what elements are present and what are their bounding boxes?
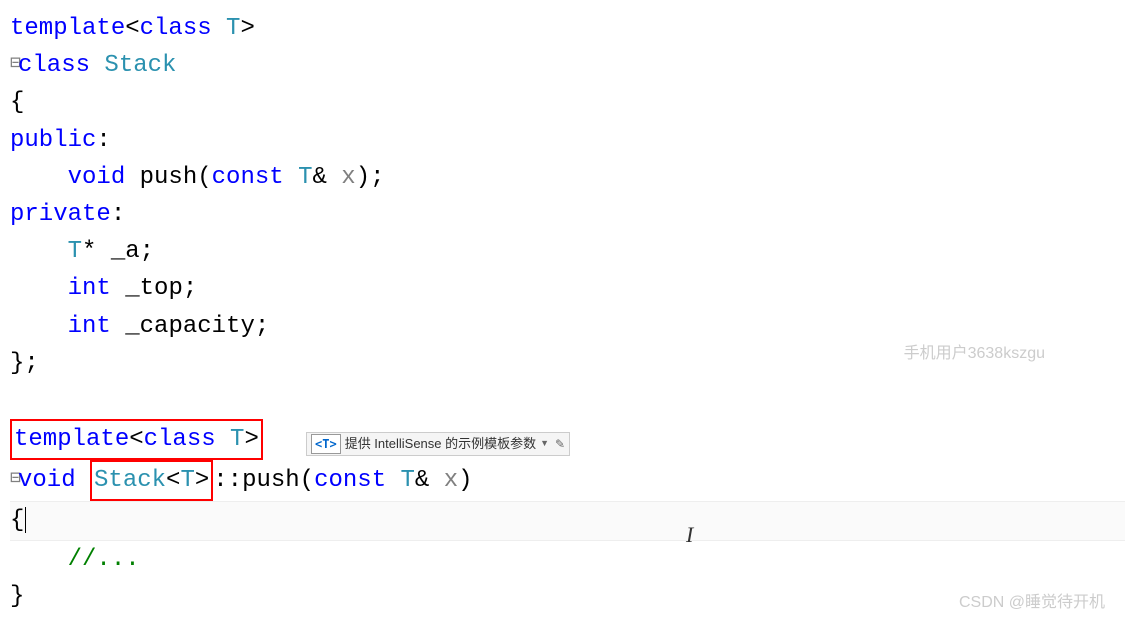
highlight-box-template: template<class T>: [10, 419, 263, 460]
tooltip-text: 提供 IntelliSense 的示例模板参数: [345, 434, 536, 454]
code-line-1[interactable]: template<class T>: [10, 10, 1125, 47]
code-line-15[interactable]: //...: [10, 541, 1125, 578]
code-line-9[interactable]: int _capacity;: [10, 308, 1125, 345]
code-line-6[interactable]: private:: [10, 196, 1125, 233]
code-line-16[interactable]: }: [10, 578, 1125, 615]
code-line-8[interactable]: int _top;: [10, 270, 1125, 307]
code-line-7[interactable]: T* _a;: [10, 233, 1125, 270]
highlight-box-stack: Stack<T>: [90, 460, 213, 501]
keyword-public: public: [10, 127, 96, 154]
code-line-14[interactable]: {: [10, 501, 1125, 540]
keyword-int: int: [68, 313, 111, 340]
comment: //...: [68, 546, 140, 573]
template-icon: <T>: [311, 434, 341, 455]
keyword-int: int: [68, 275, 111, 302]
keyword-template: template: [10, 15, 125, 42]
keyword-class: class: [18, 52, 90, 79]
code-line-4[interactable]: public:: [10, 122, 1125, 159]
keyword-void: void: [68, 164, 126, 191]
code-line-2[interactable]: ⊟class Stack: [10, 47, 1125, 84]
code-line-blank[interactable]: [10, 382, 1125, 419]
edit-icon[interactable]: ✎: [555, 435, 565, 454]
dropdown-icon[interactable]: ▼: [540, 437, 549, 451]
fold-marker-icon[interactable]: ⊟: [10, 51, 18, 79]
type-param: T: [226, 15, 240, 42]
code-editor[interactable]: template<class T> ⊟class Stack { public:…: [0, 0, 1125, 615]
code-line-3[interactable]: {: [10, 84, 1125, 121]
fold-marker-icon[interactable]: ⊟: [10, 466, 18, 494]
text-cursor: [25, 507, 26, 533]
keyword-private: private: [10, 201, 111, 228]
method-name: push: [140, 164, 198, 191]
intellisense-tooltip[interactable]: <T> 提供 IntelliSense 的示例模板参数 ▼ ✎: [306, 432, 570, 456]
code-line-13[interactable]: ⊟void Stack<T>::push(const T& x): [10, 460, 1125, 501]
watermark-csdn: CSDN @睡觉待开机: [959, 591, 1105, 616]
ibeam-cursor-icon: I: [686, 518, 693, 552]
param-name: x: [341, 164, 355, 191]
keyword-const: const: [212, 164, 284, 191]
class-name: Stack: [104, 52, 176, 79]
code-line-5[interactable]: void push(const T& x);: [10, 159, 1125, 196]
keyword-class: class: [140, 15, 212, 42]
watermark-user: 手机用户3638kszgu: [904, 342, 1045, 367]
